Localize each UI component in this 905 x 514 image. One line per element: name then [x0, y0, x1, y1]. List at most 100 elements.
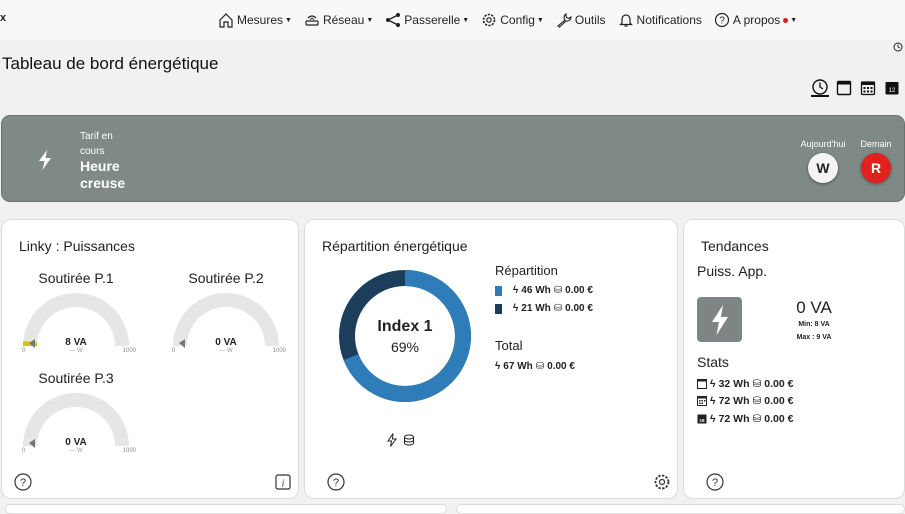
- repartition-card-title: Répartition énergétique: [322, 238, 468, 254]
- stat-cost: 0.00 €: [764, 413, 794, 425]
- stats-heading: Stats: [697, 354, 729, 370]
- stat-energy: 72 Wh: [718, 413, 750, 425]
- coins-icon: [404, 434, 414, 446]
- top-navbar: x Mesures ▼ Réseau ▼ Passerelle ▼ Config ▼ O…: [0, 0, 905, 40]
- tempo-today: Aujourd'hui W: [798, 139, 848, 183]
- tempo-tomorrow: Demain R: [855, 139, 897, 183]
- svg-text:?: ?: [333, 477, 339, 489]
- stat-row-month: ϟ 72 Wh ⛁ 0.00 €: [697, 395, 794, 407]
- gauge-max: 1000: [122, 448, 136, 454]
- main-nav: Mesures ▼ Réseau ▼ Passerelle ▼ Config ▼ Out…: [218, 9, 809, 31]
- gauge-unit: — W: [69, 348, 83, 354]
- row-cost: 0.00 €: [565, 303, 593, 314]
- gauge-p3: Soutirée P.3 0 VA — W 0 1000: [16, 370, 136, 460]
- stat-cost: 0.00 €: [764, 395, 794, 407]
- gauge-unit: — W: [219, 348, 233, 354]
- calendar-day-icon: [697, 379, 707, 389]
- coins-icon: ⛁: [553, 285, 563, 296]
- linky-power-card: Linky : Puissances Soutirée P.1 8 VA — W…: [1, 219, 299, 499]
- wrench-icon: [556, 13, 572, 28]
- series-swatch: [495, 303, 502, 314]
- help-icon[interactable]: ?: [327, 473, 345, 491]
- nav-outils[interactable]: Outils: [556, 9, 606, 31]
- share-nodes-icon: [386, 13, 401, 27]
- nav-passerelle[interactable]: Passerelle ▼: [385, 9, 469, 31]
- gauge-value: 8 VA: [65, 337, 87, 348]
- stat-energy: 32 Wh: [718, 378, 750, 390]
- bolt-icon: [387, 433, 397, 447]
- tendances-subtitle: Puiss. App.: [697, 263, 768, 279]
- nav-passerelle-label: Passerelle: [404, 13, 461, 27]
- bolt-icon: ϟ: [513, 303, 519, 314]
- clock-icon[interactable]: [893, 42, 903, 52]
- calendar-grid-icon: [697, 396, 707, 406]
- nav-reseau[interactable]: Réseau ▼: [304, 9, 373, 31]
- coins-icon: ⛁: [535, 361, 545, 372]
- series-swatch: [495, 285, 502, 296]
- period-day-button[interactable]: [835, 79, 853, 97]
- bolt-icon: [39, 150, 51, 170]
- svg-text:19: 19: [699, 418, 705, 423]
- nav-apropos-label: A propos: [732, 13, 781, 27]
- bolt-icon: ϟ: [495, 361, 501, 372]
- trend-bolt-box: [697, 297, 742, 342]
- coins-icon: ⛁: [752, 395, 762, 407]
- svg-text:?: ?: [712, 477, 718, 489]
- caret-down-icon: ▼: [366, 16, 374, 24]
- repartition-card: Répartition énergétique Index 1 69% Répa…: [304, 219, 678, 499]
- nav-config-label: Config: [500, 13, 535, 27]
- nav-reseau-label: Réseau: [322, 13, 365, 27]
- bolt-icon: ϟ: [710, 413, 716, 425]
- notification-dot: [783, 17, 789, 23]
- nav-outils-label: Outils: [574, 13, 606, 27]
- bolt-icon: ϟ: [710, 378, 716, 390]
- stat-cost: 0.00 €: [764, 378, 794, 390]
- info-icon[interactable]: i: [275, 474, 291, 490]
- nav-config[interactable]: Config ▼: [481, 9, 544, 31]
- tarif-value: Heure creuse: [80, 158, 126, 191]
- caret-down-icon: ▼: [285, 16, 292, 24]
- gauge-title: Soutirée P.2: [188, 270, 264, 286]
- lower-card-right: [456, 504, 905, 514]
- brand[interactable]: x: [0, 12, 6, 24]
- bolt-icon: [711, 304, 728, 335]
- window-icon: [836, 80, 852, 96]
- repartition-row: ϟ 46 Wh ⛁ 0.00 €: [495, 285, 593, 296]
- total-heading: Total: [495, 338, 523, 353]
- coins-icon: ⛁: [553, 303, 563, 314]
- gear-icon: [482, 13, 496, 27]
- period-month-button[interactable]: [859, 79, 877, 97]
- gauge-min: 0: [22, 348, 26, 354]
- period-realtime-button[interactable]: [811, 79, 829, 97]
- linky-card-title: Linky : Puissances: [19, 238, 135, 254]
- tarif-label: Tarif en cours: [80, 131, 113, 157]
- gauge-value: 0 VA: [215, 337, 237, 348]
- nav-notifications-label: Notifications: [636, 13, 702, 27]
- help-icon[interactable]: ?: [706, 473, 724, 491]
- caret-down-icon: ▼: [462, 16, 470, 24]
- nav-notifications[interactable]: Notifications: [618, 9, 702, 31]
- trend-max: Max : 9 VA: [796, 334, 832, 341]
- caret-down-icon: ▼: [536, 16, 544, 24]
- row-cost: 0.00 €: [565, 285, 593, 296]
- tendances-card: Tendances Puiss. App. 0 VA Min: 8 VA Max…: [683, 219, 905, 499]
- repartition-row: ϟ 21 Wh ⛁ 0.00 €: [495, 303, 593, 314]
- period-year-button[interactable]: 12: [883, 79, 901, 97]
- gear-icon[interactable]: [653, 473, 671, 491]
- tendances-card-title: Tendances: [701, 238, 769, 254]
- tarif-banner: Tarif en cours Heure creuse Aujourd'hui …: [1, 115, 905, 202]
- nav-mesures-label: Mesures: [237, 13, 284, 27]
- caret-down-icon: ▼: [790, 16, 798, 24]
- help-icon[interactable]: ?: [14, 473, 32, 491]
- question-circle-icon: ?: [714, 12, 730, 28]
- bell-icon: [618, 14, 633, 27]
- trend-min: Min: 8 VA: [798, 321, 830, 328]
- calendar-year-icon: 12: [885, 82, 899, 95]
- nav-mesures[interactable]: Mesures ▼: [218, 9, 292, 31]
- repartition-heading: Répartition: [495, 263, 558, 278]
- row-energy: 46 Wh: [521, 285, 551, 296]
- gauge-min: 0: [22, 448, 26, 454]
- repartition-donut: [339, 270, 471, 402]
- stat-row-day: ϟ 32 Wh ⛁ 0.00 €: [697, 378, 794, 390]
- nav-apropos[interactable]: ? A propos ▼: [714, 9, 797, 31]
